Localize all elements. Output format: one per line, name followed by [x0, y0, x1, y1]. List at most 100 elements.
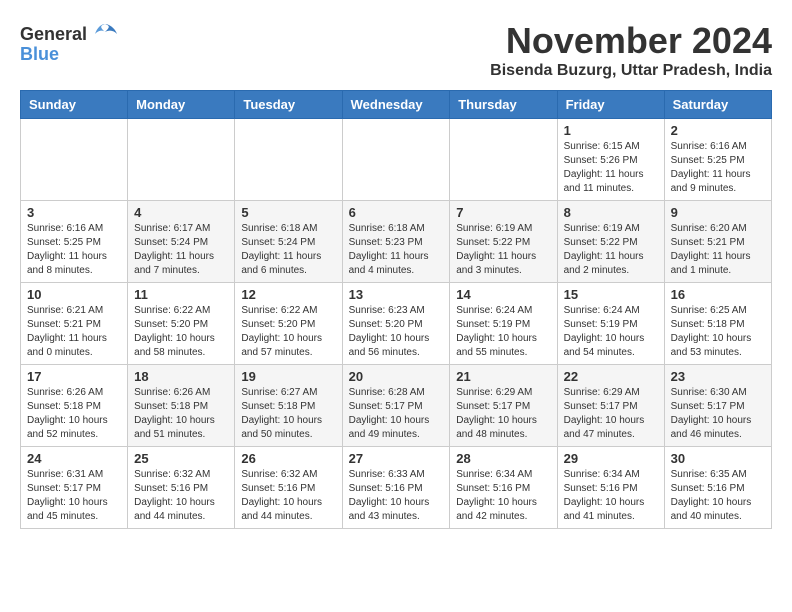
day-number: 9 [671, 205, 765, 220]
day-number: 22 [564, 369, 658, 384]
day-cell: 7 Sunrise: 6:19 AM Sunset: 5:22 PM Daylig… [450, 201, 557, 283]
month-title: November 2024 [490, 20, 772, 62]
day-info: Sunrise: 6:22 AM Sunset: 5:20 PM Dayligh… [134, 304, 228, 360]
day-cell: 29 Sunrise: 6:34 AM Sunset: 5:16 PM Dayli… [557, 447, 664, 529]
day-cell: 14Sunrise: 6:24 AM Sunset: 5:19 PM Dayli… [450, 283, 557, 365]
day-info: Sunrise: 6:26 AM Sunset: 5:18 PM Dayligh… [134, 386, 228, 442]
weekday-header-friday: Friday [557, 91, 664, 119]
day-info: Sunrise: 6:32 AM Sunset: 5:16 PM Dayligh… [134, 468, 228, 524]
day-info: Sunrise: 6:25 AM Sunset: 5:18 PM Dayligh… [671, 304, 765, 360]
day-cell: 12 Sunrise: 6:22 AM Sunset: 5:20 PM Dayli… [235, 283, 342, 365]
day-number: 27 [349, 451, 444, 466]
logo: General Blue [20, 20, 119, 65]
day-cell: 16 Sunrise: 6:25 AM Sunset: 5:18 PM Dayli… [664, 283, 771, 365]
day-number: 10 [27, 287, 121, 302]
logo-general: General [20, 24, 87, 45]
day-info: Sunrise: 6:32 AM Sunset: 5:16 PM Dayligh… [241, 468, 335, 524]
day-number: 3 [27, 205, 121, 220]
day-info: Sunrise: 6:21 AM Sunset: 5:21 PM Dayligh… [27, 304, 121, 360]
day-cell: 5 Sunrise: 6:18 AM Sunset: 5:24 PM Daylig… [235, 201, 342, 283]
day-cell: 30 Sunrise: 6:35 AM Sunset: 5:16 PM Dayli… [664, 447, 771, 529]
weekday-header-thursday: Thursday [450, 91, 557, 119]
day-info: Sunrise: 6:29 AM Sunset: 5:17 PM Dayligh… [564, 386, 658, 442]
day-cell: 1 Sunrise: 6:15 AM Sunset: 5:26 PM Daylig… [557, 119, 664, 201]
day-info: Sunrise: 6:29 AM Sunset: 5:17 PM Dayligh… [456, 386, 550, 442]
day-cell: 11 Sunrise: 6:22 AM Sunset: 5:20 PM Dayli… [128, 283, 235, 365]
weekday-header-wednesday: Wednesday [342, 91, 450, 119]
day-cell: 17Sunrise: 6:26 AM Sunset: 5:18 PM Dayli… [21, 365, 128, 447]
day-info: Sunrise: 6:18 AM Sunset: 5:23 PM Dayligh… [349, 222, 444, 278]
day-cell: 25 Sunrise: 6:32 AM Sunset: 5:16 PM Dayli… [128, 447, 235, 529]
day-cell: 21 Sunrise: 6:29 AM Sunset: 5:17 PM Dayli… [450, 365, 557, 447]
day-info: Sunrise: 6:28 AM Sunset: 5:17 PM Dayligh… [349, 386, 444, 442]
day-number: 29 [564, 451, 658, 466]
day-info: Sunrise: 6:31 AM Sunset: 5:17 PM Dayligh… [27, 468, 121, 524]
logo-bird-icon [91, 20, 119, 48]
day-info: Sunrise: 6:16 AM Sunset: 5:25 PM Dayligh… [671, 140, 765, 196]
location-title: Bisenda Buzurg, Uttar Pradesh, India [490, 62, 772, 80]
weekday-header-tuesday: Tuesday [235, 91, 342, 119]
day-number: 21 [456, 369, 550, 384]
weekday-header-row: SundayMondayTuesdayWednesdayThursdayFrid… [21, 91, 772, 119]
day-cell: 26 Sunrise: 6:32 AM Sunset: 5:16 PM Dayli… [235, 447, 342, 529]
day-info: Sunrise: 6:19 AM Sunset: 5:22 PM Dayligh… [456, 222, 550, 278]
weekday-header-monday: Monday [128, 91, 235, 119]
day-info: Sunrise: 6:18 AM Sunset: 5:24 PM Dayligh… [241, 222, 335, 278]
day-number: 30 [671, 451, 765, 466]
week-row-5: 24 Sunrise: 6:31 AM Sunset: 5:17 PM Dayli… [21, 447, 772, 529]
day-number: 12 [241, 287, 335, 302]
day-cell: 8 Sunrise: 6:19 AM Sunset: 5:22 PM Daylig… [557, 201, 664, 283]
day-cell [235, 119, 342, 201]
day-cell: 15Sunrise: 6:24 AM Sunset: 5:19 PM Dayli… [557, 283, 664, 365]
day-info: Sunrise: 6:24 AM Sunset: 5:19 PM Dayligh… [564, 304, 658, 360]
day-info: Sunrise: 6:26 AM Sunset: 5:18 PM Dayligh… [27, 386, 121, 442]
day-number: 18 [134, 369, 228, 384]
day-cell: 27 Sunrise: 6:33 AM Sunset: 5:16 PM Dayli… [342, 447, 450, 529]
day-number: 8 [564, 205, 658, 220]
day-cell: 22 Sunrise: 6:29 AM Sunset: 5:17 PM Dayli… [557, 365, 664, 447]
day-info: Sunrise: 6:33 AM Sunset: 5:16 PM Dayligh… [349, 468, 444, 524]
day-info: Sunrise: 6:15 AM Sunset: 5:26 PM Dayligh… [564, 140, 658, 196]
day-number: 26 [241, 451, 335, 466]
day-cell: 10 Sunrise: 6:21 AM Sunset: 5:21 PM Dayli… [21, 283, 128, 365]
day-number: 16 [671, 287, 765, 302]
day-number: 1 [564, 123, 658, 138]
day-info: Sunrise: 6:34 AM Sunset: 5:16 PM Dayligh… [456, 468, 550, 524]
day-number: 25 [134, 451, 228, 466]
day-number: 20 [349, 369, 444, 384]
day-cell [450, 119, 557, 201]
day-cell: 13Sunrise: 6:23 AM Sunset: 5:20 PM Dayli… [342, 283, 450, 365]
day-info: Sunrise: 6:30 AM Sunset: 5:17 PM Dayligh… [671, 386, 765, 442]
day-number: 7 [456, 205, 550, 220]
day-cell: 18 Sunrise: 6:26 AM Sunset: 5:18 PM Dayli… [128, 365, 235, 447]
day-number: 23 [671, 369, 765, 384]
day-info: Sunrise: 6:20 AM Sunset: 5:21 PM Dayligh… [671, 222, 765, 278]
day-info: Sunrise: 6:17 AM Sunset: 5:24 PM Dayligh… [134, 222, 228, 278]
day-number: 19 [241, 369, 335, 384]
day-cell: 3 Sunrise: 6:16 AM Sunset: 5:25 PM Daylig… [21, 201, 128, 283]
day-number: 4 [134, 205, 228, 220]
day-cell: 4 Sunrise: 6:17 AM Sunset: 5:24 PM Daylig… [128, 201, 235, 283]
day-info: Sunrise: 6:19 AM Sunset: 5:22 PM Dayligh… [564, 222, 658, 278]
day-cell: 20 Sunrise: 6:28 AM Sunset: 5:17 PM Dayli… [342, 365, 450, 447]
day-info: Sunrise: 6:16 AM Sunset: 5:25 PM Dayligh… [27, 222, 121, 278]
day-info: Sunrise: 6:27 AM Sunset: 5:18 PM Dayligh… [241, 386, 335, 442]
day-number: 5 [241, 205, 335, 220]
day-cell [128, 119, 235, 201]
day-info: Sunrise: 6:22 AM Sunset: 5:20 PM Dayligh… [241, 304, 335, 360]
calendar: SundayMondayTuesdayWednesdayThursdayFrid… [20, 90, 772, 529]
day-cell: 28Sunrise: 6:34 AM Sunset: 5:16 PM Dayli… [450, 447, 557, 529]
day-cell: 24 Sunrise: 6:31 AM Sunset: 5:17 PM Dayli… [21, 447, 128, 529]
day-cell: 19 Sunrise: 6:27 AM Sunset: 5:18 PM Dayli… [235, 365, 342, 447]
day-info: Sunrise: 6:34 AM Sunset: 5:16 PM Dayligh… [564, 468, 658, 524]
week-row-4: 17Sunrise: 6:26 AM Sunset: 5:18 PM Dayli… [21, 365, 772, 447]
day-cell [21, 119, 128, 201]
day-number: 2 [671, 123, 765, 138]
day-cell: 9 Sunrise: 6:20 AM Sunset: 5:21 PM Daylig… [664, 201, 771, 283]
day-number: 24 [27, 451, 121, 466]
day-number: 11 [134, 287, 228, 302]
logo-blue: Blue [20, 44, 59, 65]
week-row-1: 1 Sunrise: 6:15 AM Sunset: 5:26 PM Daylig… [21, 119, 772, 201]
week-row-2: 3 Sunrise: 6:16 AM Sunset: 5:25 PM Daylig… [21, 201, 772, 283]
day-info: Sunrise: 6:35 AM Sunset: 5:16 PM Dayligh… [671, 468, 765, 524]
